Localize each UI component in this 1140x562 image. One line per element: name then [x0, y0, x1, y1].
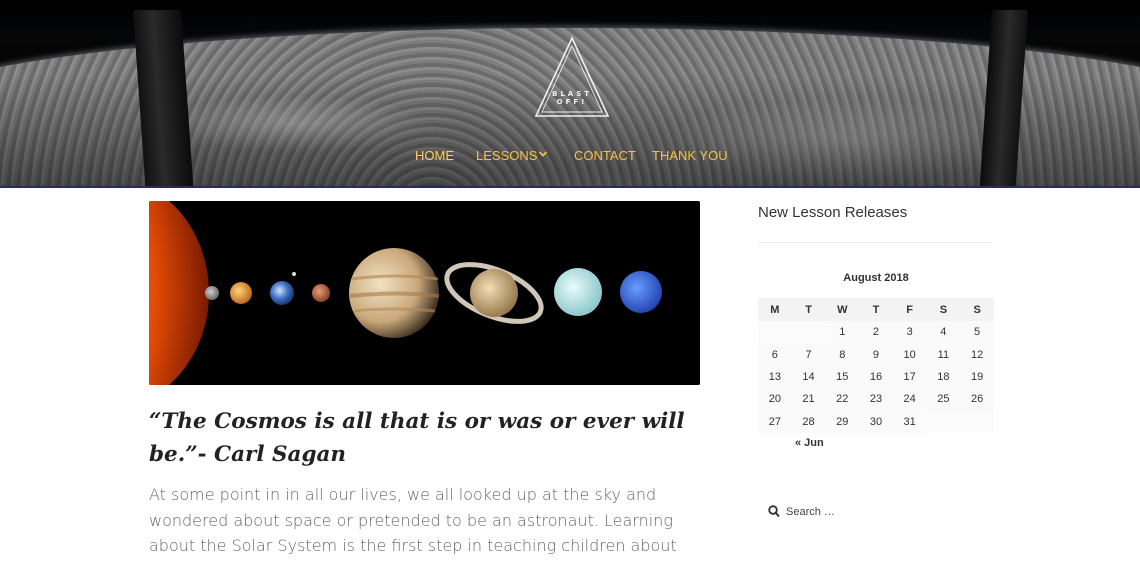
- calendar-day: 10: [892, 343, 927, 366]
- calendar-day: 6: [758, 343, 792, 366]
- weekday-label: F: [892, 298, 927, 321]
- calendar-day: 26: [960, 388, 994, 411]
- chevron-down-icon[interactable]: [538, 148, 548, 160]
- calendar-day: 12: [960, 343, 994, 366]
- calendar-day: 29: [825, 410, 860, 433]
- featured-quote: “The Cosmos is all that is or was or eve…: [149, 409, 685, 467]
- calendar-day: 8: [825, 343, 860, 366]
- search-form: [768, 503, 988, 521]
- weekday-label: M: [758, 298, 792, 321]
- header-hero-image: BLAST OFF! HOME LESSONS CONTACT THANK YO…: [0, 0, 1140, 188]
- calendar-empty-cell: [926, 410, 961, 433]
- calendar-day: 17: [892, 365, 927, 389]
- widget-divider: [758, 242, 992, 243]
- calendar-day: 22: [825, 388, 860, 411]
- calendar-day: 13: [758, 365, 792, 389]
- calendar-week-row: 13 14 15 16 17 18 19: [758, 365, 994, 389]
- calendar-day: 20: [758, 388, 792, 411]
- calendar-day: 27: [758, 410, 792, 433]
- calendar-week-row: 27 28 29 30 31: [758, 410, 994, 433]
- weekday-label: T: [791, 298, 826, 321]
- weekday-label: S: [926, 298, 961, 321]
- site-logo[interactable]: BLAST OFF!: [534, 36, 610, 118]
- calendar-week-row: 6 7 8 9 10 11 12: [758, 343, 994, 366]
- search-icon[interactable]: [768, 505, 780, 518]
- calendar-day: 3: [892, 321, 927, 344]
- calendar-empty-cell: [758, 321, 792, 344]
- calendar-day: 24: [892, 388, 927, 411]
- weekday-label: W: [825, 298, 860, 321]
- weekday-label: S: [960, 298, 994, 321]
- widget-title: New Lesson Releases: [758, 204, 908, 221]
- calendar-day: 25: [926, 388, 961, 411]
- calendar-day: 1: [825, 321, 860, 344]
- calendar-weekday-row: M T W T F S S: [758, 298, 994, 321]
- calendar-day: 31: [892, 410, 927, 433]
- nav-item-thank-you[interactable]: THANK YOU: [652, 148, 728, 163]
- calendar-day: 9: [859, 343, 893, 366]
- calendar-week-row: 20 21 22 23 24 25 26: [758, 388, 994, 411]
- calendar-day: 19: [960, 365, 994, 389]
- calendar-day: 23: [859, 388, 893, 411]
- calendar-table: M T W T F S S 1 2 3 4 5 6 7 8 9 10 11 12 13 14 15 16 17 1…: [758, 298, 994, 433]
- calendar-day: 16: [859, 365, 893, 389]
- calendar-empty-cell: [960, 410, 994, 433]
- calendar-caption: August 2018: [843, 272, 909, 284]
- calendar-day: 4: [926, 321, 961, 344]
- search-input[interactable]: [786, 503, 976, 521]
- solar-system-featured-image: [149, 201, 700, 385]
- header-divider: [0, 186, 1140, 188]
- calendar-day: 28: [791, 410, 826, 433]
- weekday-label: T: [859, 298, 893, 321]
- calendar-week-row: 12345: [758, 321, 994, 344]
- calendar-day: 11: [926, 343, 961, 366]
- main-nav: HOME LESSONS CONTACT THANK YOU: [0, 148, 1140, 168]
- logo-text: BLAST OFF!: [551, 90, 593, 106]
- calendar-day: 5: [960, 321, 994, 344]
- solar-system-illustration: [149, 201, 700, 385]
- calendar-day: 18: [926, 365, 961, 389]
- nav-item-home[interactable]: HOME: [415, 148, 454, 163]
- calendar-day: 7: [791, 343, 826, 366]
- nav-item-contact[interactable]: CONTACT: [574, 148, 636, 163]
- calendar-day: 21: [791, 388, 826, 411]
- nav-item-lessons[interactable]: LESSONS: [476, 148, 537, 163]
- intro-paragraph: At some point in in all our lives, we al…: [149, 485, 677, 562]
- calendar-empty-cell: [791, 321, 826, 344]
- calendar-day: 30: [859, 410, 893, 433]
- calendar-day: 15: [825, 365, 860, 389]
- calendar-day: 2: [859, 321, 893, 344]
- calendar-day: 14: [791, 365, 826, 389]
- calendar-prev-link[interactable]: « Jun: [795, 437, 824, 449]
